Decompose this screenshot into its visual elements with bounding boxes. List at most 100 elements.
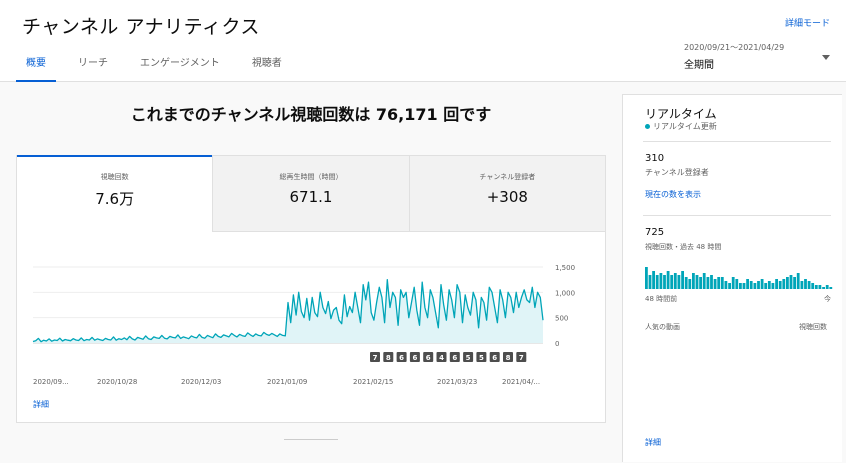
realtime-bar bbox=[655, 275, 659, 289]
video-marker[interactable]: 4 bbox=[436, 352, 447, 362]
realtime-bar bbox=[757, 281, 760, 289]
video-marker[interactable]: 7 bbox=[370, 352, 380, 362]
realtime-bar bbox=[731, 277, 735, 289]
realtime-bar bbox=[746, 279, 749, 289]
svg-text:6: 6 bbox=[492, 354, 497, 362]
realtime-panel: リアルタイム リアルタイム更新 310 チャンネル登録者 現在の数を表示 725… bbox=[622, 94, 842, 462]
realtime-bar bbox=[796, 273, 800, 289]
realtime-bar bbox=[692, 273, 695, 289]
svg-text:7: 7 bbox=[373, 354, 378, 362]
realtime-live-indicator: リアルタイム更新 bbox=[645, 121, 717, 132]
realtime-bar bbox=[800, 281, 804, 289]
show-current-count-link[interactable]: 現在の数を表示 bbox=[645, 189, 701, 200]
realtime-views-value: 725 bbox=[645, 227, 665, 238]
realtime-views-label: 視聴回数・過去 48 時間 bbox=[645, 243, 722, 251]
realtime-subscribers-value: 310 bbox=[645, 153, 665, 164]
live-dot-icon bbox=[645, 124, 650, 129]
realtime-detail-link[interactable]: 詳細 bbox=[645, 437, 661, 448]
views-column-label: 視聴回数 bbox=[799, 323, 827, 331]
realtime-bar bbox=[706, 277, 710, 289]
time-start-label: 48 時間前 bbox=[645, 295, 678, 303]
realtime-bar bbox=[652, 271, 655, 289]
caret-down-icon[interactable] bbox=[822, 55, 830, 60]
date-range-text: 2020/09/21～2021/04/29 bbox=[684, 43, 785, 52]
y-tick-label: 1,000 bbox=[555, 289, 575, 297]
realtime-bar bbox=[811, 283, 815, 289]
realtime-bar bbox=[659, 273, 663, 289]
realtime-bar bbox=[749, 281, 753, 289]
video-marker[interactable]: 8 bbox=[503, 352, 513, 362]
metric-tab-views[interactable]: 視聴回数 7.6万 bbox=[17, 155, 213, 232]
realtime-bar bbox=[804, 279, 807, 289]
realtime-title: リアルタイム bbox=[645, 107, 717, 121]
y-tick-label: 0 bbox=[555, 340, 559, 348]
svg-text:6: 6 bbox=[412, 354, 417, 362]
video-marker[interactable]: 6 bbox=[489, 352, 500, 362]
svg-text:8: 8 bbox=[506, 354, 511, 362]
x-tick-label: 2020/09... bbox=[33, 378, 69, 386]
realtime-bar bbox=[771, 283, 775, 289]
realtime-bar bbox=[814, 285, 818, 289]
realtime-bar bbox=[728, 283, 731, 289]
video-marker[interactable]: 6 bbox=[449, 352, 460, 362]
tab-engagement[interactable]: エンゲージメント bbox=[130, 58, 230, 82]
realtime-bar bbox=[767, 281, 771, 289]
realtime-bar bbox=[789, 275, 793, 289]
metric-value: 671.1 bbox=[289, 188, 333, 206]
svg-text:8: 8 bbox=[386, 354, 391, 362]
metric-tabs: 視聴回数 7.6万 総再生時間（時間） 671.1 チャンネル登録者 +308 bbox=[17, 155, 605, 232]
detail-mode-link[interactable]: 詳細モード bbox=[785, 16, 830, 29]
card-detail-link[interactable]: 詳細 bbox=[33, 399, 49, 410]
realtime-bar bbox=[764, 283, 768, 289]
realtime-bar bbox=[742, 283, 746, 289]
scroll-indicator bbox=[284, 439, 338, 440]
realtime-bar bbox=[760, 279, 764, 289]
video-marker[interactable]: 8 bbox=[383, 352, 394, 362]
realtime-bar bbox=[648, 275, 652, 289]
divider bbox=[643, 141, 831, 142]
video-marker[interactable]: 6 bbox=[409, 352, 420, 362]
app-header: チャンネル アナリティクス 詳細モード 概要 リーチ エンゲージメント 視聴者 … bbox=[0, 0, 846, 82]
realtime-bar bbox=[720, 277, 724, 289]
channel-views-headline: これまでのチャンネル視聴回数は 76,171 回です bbox=[130, 105, 492, 124]
realtime-bar bbox=[717, 277, 721, 289]
video-marker[interactable]: 6 bbox=[396, 352, 407, 362]
tab-audience[interactable]: 視聴者 bbox=[242, 58, 292, 82]
metric-label: チャンネル登録者 bbox=[479, 173, 536, 181]
svg-text:5: 5 bbox=[466, 354, 471, 362]
realtime-bar bbox=[710, 275, 713, 289]
metric-tab-watch-time[interactable]: 総再生時間（時間） 671.1 bbox=[212, 156, 409, 232]
realtime-bar bbox=[822, 287, 825, 289]
y-tick-label: 1,500 bbox=[555, 264, 575, 272]
realtime-bar bbox=[829, 287, 833, 289]
svg-text:6: 6 bbox=[426, 354, 431, 362]
realtime-subscribers-label: チャンネル登録者 bbox=[645, 168, 709, 177]
realtime-bar bbox=[681, 271, 684, 289]
video-marker[interactable]: 6 bbox=[423, 352, 434, 362]
video-marker[interactable]: 5 bbox=[476, 352, 487, 362]
metric-tab-subscribers[interactable]: チャンネル登録者 +308 bbox=[408, 156, 605, 232]
realtime-bar bbox=[825, 285, 829, 289]
realtime-bar bbox=[695, 275, 699, 289]
time-end-label: 今 bbox=[824, 295, 831, 303]
realtime-bar bbox=[645, 267, 648, 289]
realtime-bar bbox=[688, 279, 692, 289]
metric-value: +308 bbox=[486, 188, 528, 206]
tab-reach[interactable]: リーチ bbox=[68, 58, 118, 82]
tab-overview[interactable]: 概要 bbox=[16, 58, 56, 82]
svg-text:6: 6 bbox=[452, 354, 457, 362]
page-title: チャンネル アナリティクス bbox=[22, 16, 260, 38]
realtime-bar-chart bbox=[645, 267, 833, 289]
realtime-bar bbox=[699, 277, 702, 289]
video-marker[interactable]: 5 bbox=[463, 352, 474, 362]
date-range-selector[interactable]: 2020/09/21～2021/04/29 全期間 bbox=[684, 42, 784, 71]
video-marker[interactable]: 7 bbox=[516, 352, 527, 362]
period-text: 全期間 bbox=[684, 60, 714, 71]
realtime-bar bbox=[684, 277, 688, 289]
svg-text:4: 4 bbox=[439, 354, 444, 362]
realtime-bar bbox=[775, 279, 778, 289]
popular-videos-label: 人気の動画 bbox=[645, 323, 680, 331]
realtime-bar bbox=[670, 275, 674, 289]
x-tick-label: 2020/12/03 bbox=[181, 378, 221, 386]
realtime-bar bbox=[818, 285, 822, 289]
